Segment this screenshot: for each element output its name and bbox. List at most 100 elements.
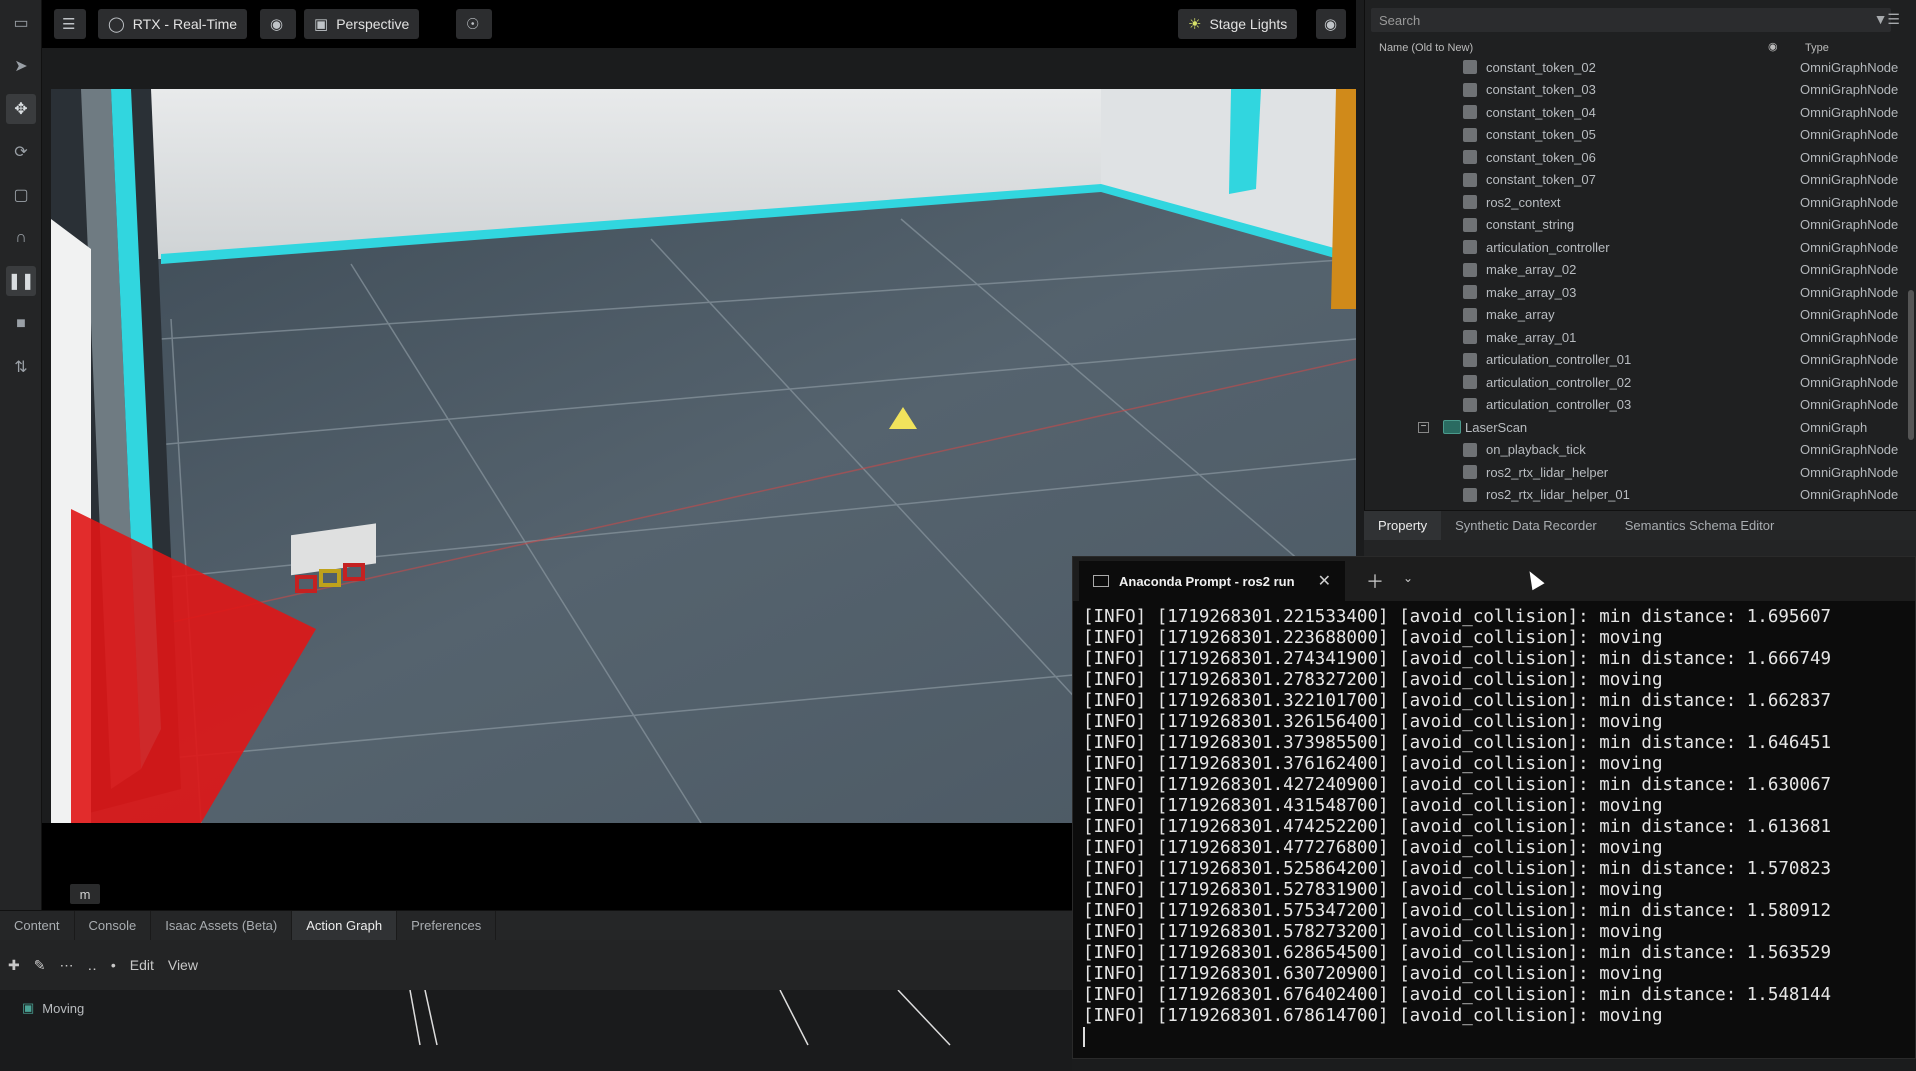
dots-icon[interactable]: ‥	[87, 957, 96, 974]
log-line: [INFO] [1719268301.326156400] [avoid_col…	[1083, 712, 1663, 732]
camera-button[interactable]: ▣ Perspective	[304, 9, 420, 39]
log-line: [INFO] [1719268301.221533400] [avoid_col…	[1083, 607, 1832, 627]
more-icon[interactable]: ⋯	[59, 957, 73, 974]
tree-row[interactable]: constant_string OmniGraphNode	[1365, 214, 1916, 237]
tree-row[interactable]: constant_token_02 OmniGraphNode	[1365, 56, 1916, 79]
stage-search-input[interactable]: Search	[1371, 8, 1891, 32]
node-icon	[1463, 127, 1477, 142]
tree-row[interactable]: constant_token_05 OmniGraphNode	[1365, 124, 1916, 147]
tree-row[interactable]: on_playback_tick OmniGraphNode	[1365, 439, 1916, 462]
node-icon	[1463, 60, 1477, 74]
node-icon	[1463, 465, 1477, 479]
render-mode-button[interactable]: ◯ RTX - Real-Time	[98, 9, 248, 39]
select-arrow-icon[interactable]: ➤	[6, 51, 36, 81]
tree-row[interactable]: ros2_rtx_lidar_helper OmniGraphNode	[1365, 461, 1916, 484]
unit-label: m	[70, 884, 100, 904]
node-icon	[1463, 172, 1477, 187]
tree-row[interactable]: ros2_rtx_lidar_helper_01 OmniGraphNode	[1365, 484, 1916, 502]
node-icon	[1463, 307, 1477, 322]
stage-lights-button[interactable]: ☀ Stage Lights	[1178, 9, 1298, 39]
log-line: [INFO] [1719268301.278327200] [avoid_col…	[1083, 670, 1663, 690]
log-line: [INFO] [1719268301.223688000] [avoid_col…	[1083, 628, 1663, 648]
tree-row[interactable]: articulation_controller_02 OmniGraphNode	[1365, 371, 1916, 394]
property-tab-bar: Property Synthetic Data Recorder Semanti…	[1364, 510, 1916, 541]
graph-wires	[409, 990, 951, 1046]
tree-row-group[interactable]: − LaserScan OmniGraph	[1365, 416, 1916, 439]
scale-tool-icon[interactable]: ▢	[6, 180, 36, 210]
edit-pencil-icon[interactable]: ✎	[34, 957, 46, 974]
new-tab-icon[interactable]: ＋	[1366, 568, 1384, 594]
tree-row[interactable]: articulation_controller_03 OmniGraphNode	[1365, 394, 1916, 417]
chevron-down-icon[interactable]: ⌄	[1403, 571, 1413, 585]
snap-magnet-icon[interactable]: ∩	[6, 223, 36, 253]
log-line: [INFO] [1719268301.678614700] [avoid_col…	[1083, 1006, 1663, 1026]
tree-row[interactable]: make_array_02 OmniGraphNode	[1365, 259, 1916, 282]
stage-scrollbar[interactable]	[1908, 290, 1914, 440]
node-icon	[1463, 352, 1477, 367]
filter-icon[interactable]: ▼☰	[1874, 11, 1900, 28]
log-line: [INFO] [1719268301.373985500] [avoid_col…	[1083, 733, 1832, 753]
rotate-tool-icon[interactable]: ⟳	[6, 137, 36, 167]
tab-content[interactable]: Content	[0, 910, 75, 941]
collapse-icon[interactable]: −	[1418, 422, 1429, 433]
move-tool-icon[interactable]: ✥	[6, 94, 36, 124]
location-pin-icon[interactable]: ◉	[1316, 9, 1346, 39]
node-icon	[1463, 262, 1477, 277]
viewport-toolbar: ☰ ◯ RTX - Real-Time ◉ ▣ Perspective ☉ ☀ …	[42, 0, 1356, 48]
tab-isaac-assets[interactable]: Isaac Assets (Beta)	[151, 910, 293, 941]
terminal-output[interactable]: [INFO] [1719268301.221533400] [avoid_col…	[1073, 601, 1915, 1048]
col-type-header[interactable]: Type	[1805, 42, 1829, 54]
action-graph-toolbar: ✚ ✎ ⋯ ‥ • Edit View	[0, 940, 1072, 990]
tree-row[interactable]: make_array_01 OmniGraphNode	[1365, 326, 1916, 349]
log-line: [INFO] [1719268301.274341900] [avoid_col…	[1083, 649, 1832, 669]
tab-console[interactable]: Console	[75, 910, 152, 941]
tab-synthetic-data-recorder[interactable]: Synthetic Data Recorder	[1441, 511, 1611, 541]
terminal-window[interactable]: Anaconda Prompt - ros2 run ✕ ＋ ⌄ [INFO] …	[1072, 556, 1916, 1059]
tab-preferences[interactable]: Preferences	[397, 910, 497, 941]
tree-row[interactable]: constant_token_07 OmniGraphNode	[1365, 169, 1916, 192]
visibility-eye-icon[interactable]: ◉	[260, 9, 296, 39]
tree-row[interactable]: articulation_controller OmniGraphNode	[1365, 236, 1916, 259]
tree-row[interactable]: make_array OmniGraphNode	[1365, 304, 1916, 327]
node-icon	[1463, 375, 1477, 389]
menu-edit[interactable]: Edit	[130, 957, 154, 973]
action-graph-canvas[interactable]: ▣ Moving	[0, 990, 1072, 1071]
visibility-eye-icon[interactable]: ◉	[1768, 40, 1778, 53]
terminal-tab[interactable]: Anaconda Prompt - ros2 run ✕	[1079, 561, 1345, 601]
add-icon[interactable]: ✚	[8, 957, 20, 974]
step-icon[interactable]: ⇅	[6, 352, 36, 382]
pause-icon[interactable]: ❚❚	[6, 266, 36, 296]
node-icon	[1463, 217, 1477, 232]
tab-action-graph[interactable]: Action Graph	[292, 910, 398, 941]
tree-row[interactable]: make_array_03 OmniGraphNode	[1365, 281, 1916, 304]
bottom-tab-bar: Content Console Isaac Assets (Beta) Acti…	[0, 910, 1072, 941]
node-icon	[1463, 105, 1477, 119]
viewport-footer	[42, 823, 1072, 910]
node-icon	[1463, 397, 1477, 412]
close-icon[interactable]: ✕	[1318, 571, 1331, 591]
log-line: [INFO] [1719268301.427240900] [avoid_col…	[1083, 775, 1832, 795]
stop-icon[interactable]: ■	[6, 309, 36, 339]
menu-view[interactable]: View	[168, 957, 198, 973]
tree-row[interactable]: ros2_context OmniGraphNode	[1365, 191, 1916, 214]
stage-panel: Search ▼☰ Name (Old to New) ◉ Type const…	[1364, 0, 1916, 510]
terminal-icon	[1093, 575, 1109, 587]
tree-row[interactable]: constant_token_04 OmniGraphNode	[1365, 101, 1916, 124]
stage-column-header: Name (Old to New) ◉ Type	[1365, 38, 1916, 58]
settings-icon[interactable]: ☰	[54, 9, 86, 39]
cube-icon[interactable]: ▭	[6, 8, 36, 38]
tab-property[interactable]: Property	[1364, 510, 1442, 541]
tree-row[interactable]: constant_token_06 OmniGraphNode	[1365, 146, 1916, 169]
node-icon	[1463, 82, 1477, 97]
col-name-header[interactable]: Name (Old to New)	[1379, 42, 1473, 54]
text-cursor	[1083, 1027, 1085, 1047]
tree-row[interactable]: constant_token_03 OmniGraphNode	[1365, 79, 1916, 102]
camera-icon: ▣	[314, 16, 329, 33]
node-icon	[1463, 150, 1477, 164]
tool-strip: ▭ ➤ ✥ ⟳ ▢ ∩ ❚❚ ■ ⇅	[0, 0, 42, 910]
broadcast-icon[interactable]: ☉	[456, 9, 492, 39]
dot-icon[interactable]: •	[111, 957, 116, 973]
tree-row[interactable]: articulation_controller_01 OmniGraphNode	[1365, 349, 1916, 372]
tab-semantics-schema-editor[interactable]: Semantics Schema Editor	[1611, 511, 1789, 541]
graph-icon	[1443, 420, 1461, 434]
